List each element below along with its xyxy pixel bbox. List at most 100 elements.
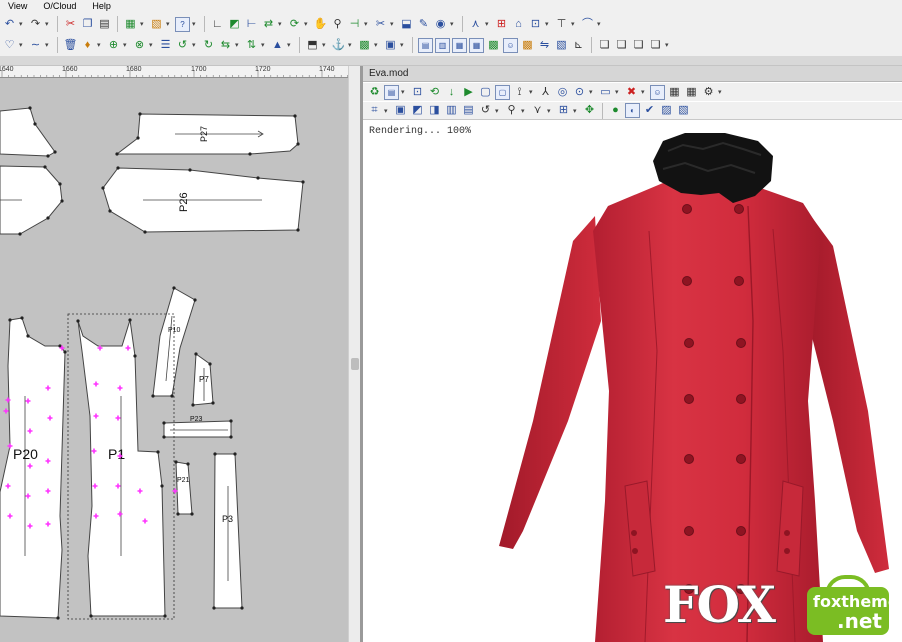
fabric-icon[interactable]: ▩ (520, 38, 535, 53)
frame-2-icon[interactable]: ▢ (495, 84, 510, 100)
palette-dropdown-icon[interactable]: ▾ (166, 20, 173, 28)
grid-icon[interactable]: ▩ (357, 38, 372, 53)
lasso-icon[interactable]: ♡ (2, 38, 17, 53)
pin-icon[interactable]: ⚲ (330, 17, 345, 32)
axis-icon[interactable]: ⅄ (538, 85, 553, 100)
folder-icon[interactable]: ▤ (461, 103, 476, 118)
list-icon[interactable]: ☰ (158, 38, 173, 53)
recycle-icon[interactable]: ♻ (367, 85, 382, 100)
split-dropdown-icon[interactable]: ▾ (364, 20, 371, 28)
history-icon[interactable]: ↺ (478, 103, 493, 118)
pattern-canvas[interactable]: P27 P26 P20 P1 P10 P7 P23 P21 P3 (0, 78, 348, 642)
view-icon[interactable]: ◉ (433, 17, 448, 32)
grid-dropdown-icon[interactable]: ▾ (374, 41, 381, 49)
dart-icon[interactable]: ⋏ (468, 17, 483, 32)
page-3-icon[interactable]: ❏ (631, 38, 646, 53)
marker-icon[interactable]: ♦ (80, 38, 95, 53)
page-1-icon[interactable]: ❏ (597, 38, 612, 53)
redo-icon[interactable]: ↷ (28, 17, 43, 32)
paste-icon[interactable]: ▤ (97, 17, 112, 32)
monitor-icon[interactable]: ▭ (598, 85, 613, 100)
undo-dropdown-icon[interactable]: ▾ (19, 20, 26, 28)
grid-view-icon[interactable]: ▦ (667, 85, 682, 100)
delete-icon[interactable]: 🗑 (63, 38, 78, 53)
move-icon[interactable]: ✥ (582, 103, 597, 118)
fit-icon[interactable]: ⊡ (410, 85, 425, 100)
lasso-dropdown-icon[interactable]: ▾ (19, 41, 26, 49)
window-icon[interactable]: ▤ (384, 84, 399, 100)
shape-icon[interactable]: ⌒ (580, 17, 595, 32)
light-icon[interactable]: ◨ (427, 103, 442, 118)
photo-icon[interactable]: ▧ (676, 103, 691, 118)
refresh-icon[interactable]: ⟲ (427, 85, 442, 100)
pattern-panel[interactable]: 1640 1660 1680 1700 1720 1740 (0, 66, 348, 642)
check-icon[interactable]: ✔ (642, 103, 657, 118)
page-2-icon[interactable]: ❏ (614, 38, 629, 53)
save-image-icon[interactable]: ▥ (444, 103, 459, 118)
dart-dropdown-icon[interactable]: ▾ (485, 20, 492, 28)
page-4-icon[interactable]: ❏ (648, 38, 663, 53)
hand-icon[interactable]: ✋ (313, 17, 328, 32)
filter-dropdown-icon[interactable]: ▾ (547, 107, 554, 115)
view-dropdown-icon[interactable]: ▾ (450, 20, 457, 28)
curve-dropdown-icon[interactable]: ▾ (45, 41, 52, 49)
measure-icon[interactable]: ⊢ (244, 17, 259, 32)
close-view-dropdown-icon[interactable]: ▾ (641, 88, 648, 96)
crop-icon[interactable]: ⌗ (367, 103, 382, 118)
edit-icon[interactable]: ✎ (416, 17, 431, 32)
link-dropdown-icon[interactable]: ▾ (521, 107, 528, 115)
anchor-icon[interactable]: ⚓ (331, 38, 346, 53)
scissors-icon[interactable]: ✂ (373, 17, 388, 32)
table-dropdown-icon[interactable]: ▾ (140, 20, 147, 28)
align-icon[interactable]: ⇄ (261, 17, 276, 32)
avatar-icon[interactable]: ☺ (503, 37, 518, 53)
menu-view[interactable]: View (0, 0, 35, 12)
help-dropdown-icon[interactable]: ▾ (192, 20, 199, 28)
split-icon[interactable]: ⊣ (347, 17, 362, 32)
curve-icon[interactable]: ∼ (28, 38, 43, 53)
redo-dropdown-icon[interactable]: ▾ (45, 20, 52, 28)
page-dropdown-icon[interactable]: ▾ (665, 41, 672, 49)
cut-icon[interactable]: ✂ (63, 17, 78, 32)
box-select-dropdown-icon[interactable]: ▾ (573, 107, 580, 115)
line-tool-icon[interactable]: ∟ (210, 17, 225, 32)
frame-dropdown-icon[interactable]: ▾ (322, 41, 329, 49)
scissors-dropdown-icon[interactable]: ▾ (390, 20, 397, 28)
history-dropdown-icon[interactable]: ▾ (495, 107, 502, 115)
frame-icon[interactable]: ⬒ (305, 38, 320, 53)
table-icon[interactable]: ▦ (123, 17, 138, 32)
diagonal-tool-icon[interactable]: ◩ (227, 17, 242, 32)
layout-4-icon[interactable]: ▦ (469, 37, 484, 53)
sync-icon[interactable]: ⇋ (537, 38, 552, 53)
triangle-icon[interactable]: ▲ (270, 38, 285, 53)
swap-dropdown-icon[interactable]: ▾ (235, 41, 242, 49)
image-icon[interactable]: ▧ (554, 38, 569, 53)
camera-icon[interactable]: ◎ (555, 85, 570, 100)
grade-icon[interactable]: ⊞ (494, 17, 509, 32)
down-arrow-icon[interactable]: ↓ (444, 85, 459, 100)
scrollbar-thumb[interactable] (351, 358, 359, 370)
rotate-left-icon[interactable]: ↺ (175, 38, 190, 53)
layout-3-icon[interactable]: ▦ (452, 37, 467, 53)
menu-help[interactable]: Help (84, 0, 119, 12)
add-point-icon[interactable]: ⊕ (106, 38, 121, 53)
document-icon[interactable]: ▣ (383, 38, 398, 53)
copy-icon[interactable]: ❐ (80, 17, 95, 32)
box-select-icon[interactable]: ⊞ (556, 103, 571, 118)
flip-icon[interactable]: ⇅ (244, 38, 259, 53)
add-point-dropdown-icon[interactable]: ▾ (123, 41, 130, 49)
settings-icon[interactable]: ⚙ (701, 85, 716, 100)
pattern-vertical-scrollbar[interactable] (348, 66, 360, 642)
move-point-icon[interactable]: ⊗ (132, 38, 147, 53)
chart-icon[interactable]: ⊾ (571, 38, 586, 53)
render-window-title[interactable]: Eva.mod (363, 66, 902, 82)
undo-icon[interactable]: ↶ (2, 17, 17, 32)
notch-icon[interactable]: ⊤ (554, 17, 569, 32)
align-dropdown-icon[interactable]: ▾ (278, 20, 285, 28)
menu-ocloud[interactable]: O/Cloud (35, 0, 84, 12)
anchor-dropdown-icon[interactable]: ▾ (348, 41, 355, 49)
monitor-dropdown-icon[interactable]: ▾ (615, 88, 622, 96)
shape-dropdown-icon[interactable]: ▾ (597, 20, 604, 28)
settings-dropdown-icon[interactable]: ▾ (718, 88, 725, 96)
zoom-icon[interactable]: ⊙ (572, 85, 587, 100)
